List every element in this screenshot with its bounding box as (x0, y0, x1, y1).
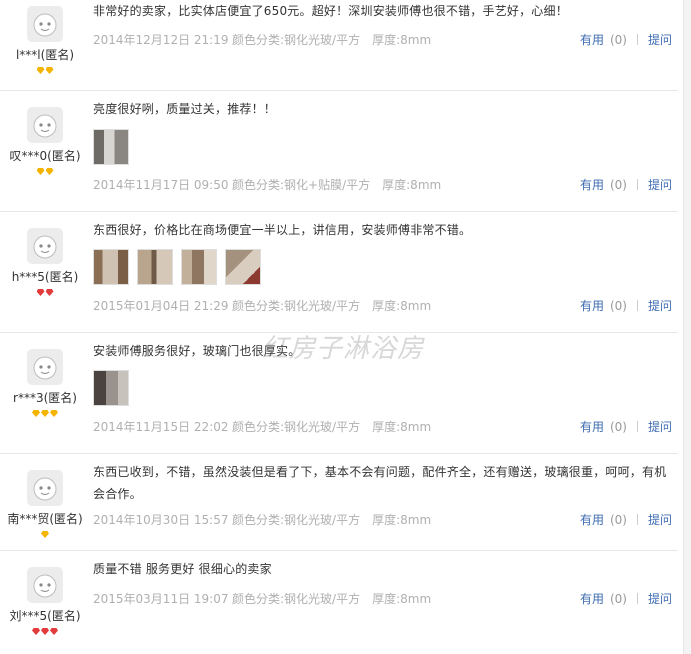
divider (636, 593, 638, 604)
ask-button[interactable]: 提问 (648, 513, 672, 527)
reviewer-name: 刘***5(匿名) (9, 609, 81, 623)
review-actions: 有用 (0) 提问 (580, 417, 672, 437)
review-meta: 2014年10月30日 15:57 颜色分类:钢化光玻/平方 厚度:8mm 有用… (93, 510, 678, 530)
useful-count: (0) (609, 592, 627, 606)
credit-badge (0, 67, 90, 74)
review-item: l***l(匿名) 非常好的卖家，比实体店便宜了650元。超好！深圳安装师傅也很… (0, 0, 678, 91)
reviewer: h***5(匿名) (0, 228, 90, 296)
avatar[interactable] (27, 228, 63, 264)
review-photos (93, 249, 261, 285)
review-meta: 2014年11月17日 09:50 颜色分类:钢化+贴膜/平方 厚度:8mm 有… (93, 175, 678, 195)
review-text: 质量不错 服务更好 很细心的卖家 (93, 562, 272, 576)
reviewer: 叹***0(匿名) (0, 107, 90, 175)
review-text: 亮度很好咧，质量过关，推荐！！ (93, 102, 277, 116)
review-meta: 2015年01月04日 21:29 颜色分类:钢化光玻/平方 厚度:8mm 有用… (93, 296, 678, 316)
sku-info: 颜色分类:钢化光玻/平方 厚度:8mm (232, 592, 432, 606)
review-actions: 有用 (0) 提问 (580, 30, 672, 50)
useful-button[interactable]: 有用 (580, 33, 604, 47)
sku-info: 颜色分类:钢化+贴膜/平方 厚度:8mm (232, 178, 442, 192)
avatar[interactable] (27, 349, 63, 385)
credit-badge (0, 289, 90, 296)
useful-count: (0) (609, 299, 627, 313)
credit-badge (0, 531, 90, 538)
review-meta: 2014年11月15日 22:02 颜色分类:钢化光玻/平方 厚度:8mm 有用… (93, 417, 678, 437)
useful-button[interactable]: 有用 (580, 592, 604, 606)
useful-count: (0) (609, 33, 627, 47)
review-date: 2015年03月11日 19:07 (93, 592, 229, 606)
useful-button[interactable]: 有用 (580, 178, 604, 192)
useful-button[interactable]: 有用 (580, 299, 604, 313)
review-date: 2014年10月30日 15:57 (93, 513, 229, 527)
review-date: 2014年11月15日 22:02 (93, 420, 229, 434)
review-text: 非常好的卖家，比实体店便宜了650元。超好！深圳安装师傅也很不错，手艺好，心细！ (93, 4, 568, 18)
ask-button[interactable]: 提问 (648, 299, 672, 313)
review-actions: 有用 (0) 提问 (580, 510, 672, 530)
credit-badge (0, 410, 90, 417)
sku-info: 颜色分类:钢化光玻/平方 厚度:8mm (232, 33, 432, 47)
useful-count: (0) (609, 513, 627, 527)
useful-count: (0) (609, 420, 627, 434)
review-date: 2015年01月04日 21:29 (93, 299, 229, 313)
review-date: 2014年11月17日 09:50 (93, 178, 229, 192)
review-photo[interactable] (93, 370, 129, 406)
reviewer: r***3(匿名) (0, 349, 90, 417)
divider (636, 300, 638, 311)
reviewer-name: h***5(匿名) (11, 270, 79, 284)
review-photos (93, 370, 129, 406)
review-photo[interactable] (93, 249, 129, 285)
review-photo[interactable] (181, 249, 217, 285)
review-photo[interactable] (93, 129, 129, 165)
review-actions: 有用 (0) 提问 (580, 296, 672, 316)
ask-button[interactable]: 提问 (648, 178, 672, 192)
review-photo[interactable] (225, 249, 261, 285)
ask-button[interactable]: 提问 (648, 33, 672, 47)
ask-button[interactable]: 提问 (648, 592, 672, 606)
review-actions: 有用 (0) 提问 (580, 175, 672, 195)
reviewer-name: l***l(匿名) (15, 48, 75, 62)
divider (636, 179, 638, 190)
scrollbar[interactable] (683, 0, 691, 654)
review-photo[interactable] (137, 249, 173, 285)
review-photos (93, 129, 129, 165)
divider (636, 421, 638, 432)
review-item: 叹***0(匿名) 亮度很好咧，质量过关，推荐！！ 2014年11月17日 09… (0, 91, 678, 212)
reviewer-name: 叹***0(匿名) (9, 149, 81, 163)
reviewer: l***l(匿名) (0, 6, 90, 74)
review-item: 南***贸(匿名) 东西已收到，不错，虽然没装但是看了下，基本不会有问题，配件齐… (0, 454, 678, 551)
review-item: 刘***5(匿名) 质量不错 服务更好 很细心的卖家 2015年03月11日 1… (0, 551, 678, 654)
review-meta: 2015年03月11日 19:07 颜色分类:钢化光玻/平方 厚度:8mm 有用… (93, 589, 678, 609)
divider (636, 34, 638, 45)
review-date: 2014年12月12日 21:19 (93, 33, 229, 47)
review-actions: 有用 (0) 提问 (580, 589, 672, 609)
review-text: 东西很好，价格比在商场便宜一半以上，讲信用，安装师傅非常不错。 (93, 223, 472, 237)
avatar[interactable] (27, 567, 63, 603)
divider (636, 514, 638, 525)
useful-count: (0) (609, 178, 627, 192)
review-list: l***l(匿名) 非常好的卖家，比实体店便宜了650元。超好！深圳安装师傅也很… (0, 0, 691, 654)
review-item: h***5(匿名) 东西很好，价格比在商场便宜一半以上，讲信用，安装师傅非常不错… (0, 212, 678, 333)
review-meta: 2014年12月12日 21:19 颜色分类:钢化光玻/平方 厚度:8mm 有用… (93, 30, 678, 50)
watermark: 红房子淋浴房 (262, 334, 425, 364)
sku-info: 颜色分类:钢化光玻/平方 厚度:8mm (232, 513, 432, 527)
sku-info: 颜色分类:钢化光玻/平方 厚度:8mm (232, 299, 432, 313)
avatar[interactable] (27, 470, 63, 506)
ask-button[interactable]: 提问 (648, 420, 672, 434)
sku-info: 颜色分类:钢化光玻/平方 厚度:8mm (232, 420, 432, 434)
reviewer: 南***贸(匿名) (0, 470, 90, 538)
review-text: 东西已收到，不错，虽然没装但是看了下，基本不会有问题，配件齐全，还有赠送，玻璃很… (93, 465, 667, 501)
avatar[interactable] (27, 107, 63, 143)
reviewer: 刘***5(匿名) (0, 567, 90, 635)
useful-button[interactable]: 有用 (580, 513, 604, 527)
reviewer-name: 南***贸(匿名) (7, 512, 83, 526)
avatar[interactable] (27, 6, 63, 42)
useful-button[interactable]: 有用 (580, 420, 604, 434)
credit-badge (0, 168, 90, 175)
credit-badge (0, 628, 90, 635)
reviewer-name: r***3(匿名) (13, 391, 77, 405)
